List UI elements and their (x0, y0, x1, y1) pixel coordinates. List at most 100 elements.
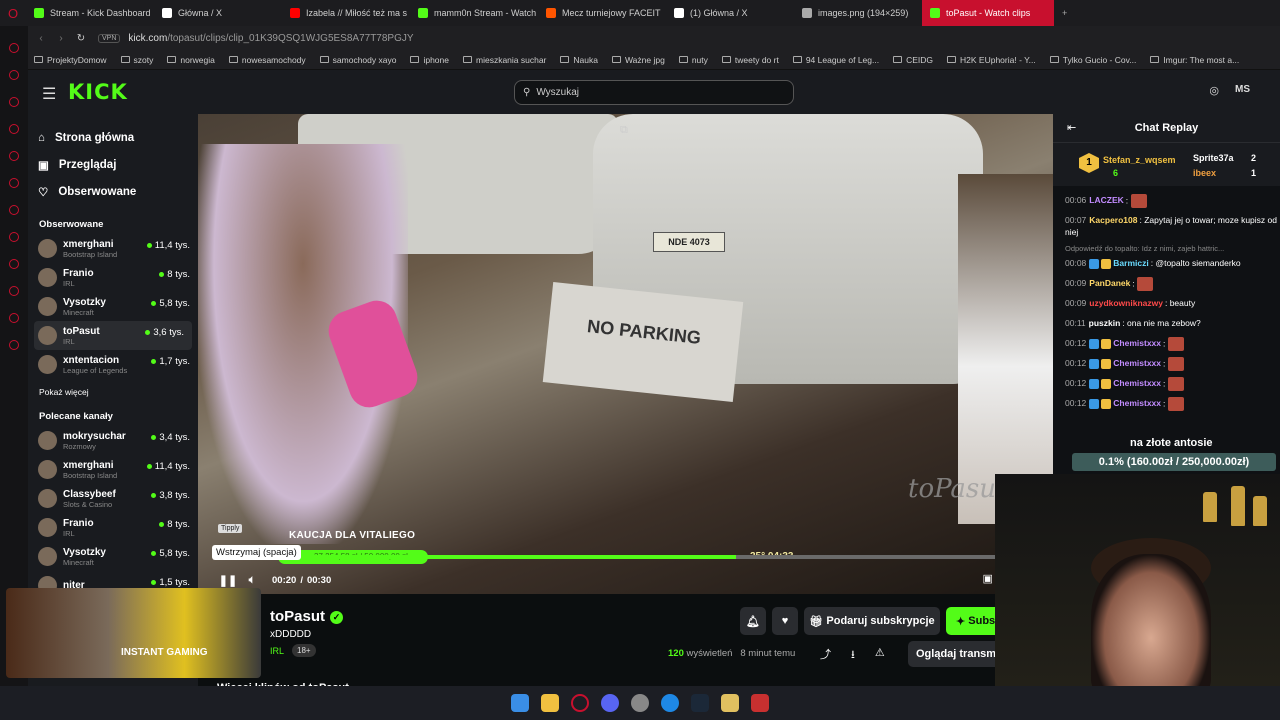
sidebar-icon[interactable] (9, 43, 19, 53)
sidebar-icon[interactable] (9, 259, 19, 269)
opera-menu-icon[interactable]: O (0, 6, 26, 21)
new-tab-icon[interactable]: + (1054, 8, 1075, 18)
video-player[interactable]: NDE 4073 NO PARKING toPasut ⧉ Tipply KAU… (198, 114, 1053, 594)
bookmark-item[interactable]: CEIDG (893, 55, 933, 65)
obs-icon[interactable] (631, 694, 649, 712)
bookmark-item[interactable]: tweety do rt (721, 55, 779, 65)
download-icon[interactable]: ⭳ (851, 646, 855, 665)
bookmark-item[interactable]: 94 League of Leg... (792, 55, 879, 65)
url-field[interactable]: kick.com/topasut/clips/clip_01K39QSQ1WJG… (128, 33, 413, 44)
channel-item[interactable]: Vysotzky Minecraft 5,8 tys. (28, 292, 198, 321)
watch-stream-button[interactable]: Oglądaj transm (908, 641, 1008, 667)
kick-logo[interactable]: KICK (68, 80, 128, 104)
browser-tab[interactable]: images.png (194×259) (794, 0, 922, 26)
sidebar-icon[interactable] (9, 205, 19, 215)
bookmark-item[interactable]: Tylko Gucio - Cov... (1049, 55, 1136, 65)
subscribe-button[interactable]: ✦ Subs (946, 607, 996, 635)
pause-icon[interactable]: ❚❚ (216, 574, 240, 587)
browser-tab[interactable]: Stream - Kick Dashboard (26, 0, 154, 26)
sidebar-icon[interactable] (9, 340, 19, 350)
chat-username[interactable]: Chemistxxx (1113, 398, 1161, 408)
sidebar-icon[interactable] (9, 97, 19, 107)
category-link[interactable]: IRL (270, 646, 284, 656)
discord-icon[interactable] (601, 694, 619, 712)
search-input[interactable]: ⚲ Wyszukaj (514, 80, 794, 105)
vpn-badge[interactable]: VPN (98, 33, 121, 43)
avatar[interactable]: MS (1235, 84, 1250, 97)
bell-button[interactable]: 🔔︎ (740, 607, 766, 635)
channel-item[interactable]: Franio IRL 8 tys. (28, 513, 198, 542)
bookmark-item[interactable]: szoty (120, 55, 153, 65)
gifter-name[interactable]: Sprite37a (1193, 153, 1234, 163)
forward-icon[interactable]: › (54, 33, 68, 44)
nav-item[interactable]: ▣ Przeglądaj (38, 151, 198, 178)
chat-username[interactable]: PanDanek (1089, 278, 1130, 288)
channel-item[interactable]: xmerghani Bootstrap Island 11,4 tys. (28, 455, 198, 484)
bookmark-item[interactable]: mieszkania suchar (463, 55, 546, 65)
chat-collapse-icon[interactable]: ⇤ (1067, 121, 1076, 134)
menu-icon[interactable]: ☰ (42, 84, 56, 104)
browser-tab[interactable]: (1) Główna / X (666, 0, 794, 26)
pip-icon[interactable]: ⧉ (620, 124, 628, 137)
share-icon[interactable]: ⤴ (820, 646, 831, 665)
reload-icon[interactable]: ↻ (74, 33, 88, 44)
bookmark-item[interactable]: Ważne jpg (611, 55, 665, 65)
bookmark-item[interactable]: samochody xayo (319, 55, 396, 65)
bookmark-item[interactable]: Imgur: The most a... (1150, 55, 1239, 65)
sidebar-icon[interactable] (9, 286, 19, 296)
channel-item[interactable]: toPasut IRL 3,6 tys. (34, 321, 192, 350)
bookmark-item[interactable]: nuty (678, 55, 708, 65)
chat-username[interactable]: Kacpero108 (1089, 215, 1137, 225)
channel-item[interactable]: Vysotzky Minecraft 5,8 tys. (28, 542, 198, 571)
sidebar-icon[interactable] (9, 313, 19, 323)
channel-name[interactable]: toPasut ✓ (270, 608, 344, 625)
bookmark-item[interactable]: Nauka (560, 55, 598, 65)
bookmark-item[interactable]: ProjektyDomow (34, 55, 107, 65)
gifter-name[interactable]: ibeex (1193, 168, 1216, 178)
sidebar-icon[interactable] (9, 151, 19, 161)
bookmark-item[interactable]: H2K EUphoria! - Y... (947, 55, 1036, 65)
messenger-icon[interactable] (661, 694, 679, 712)
browser-tab[interactable]: Główna / X (154, 0, 282, 26)
progress-bar[interactable] (216, 555, 996, 559)
browser-tab[interactable]: mamm0n Stream - Watch (410, 0, 538, 26)
bookmark-item[interactable]: iphone (410, 55, 449, 65)
browser-tab[interactable]: toPasut - Watch clips (922, 0, 1054, 26)
chat-username[interactable]: Barmiczi (1113, 258, 1148, 268)
chat-username[interactable]: LACZEK (1089, 195, 1123, 205)
chat-username[interactable]: uzydkowniknazwy (1089, 298, 1163, 308)
chat-username[interactable]: Chemistxxx (1113, 338, 1161, 348)
nav-item[interactable]: ♡ Obserwowane (38, 178, 198, 205)
bookmark-item[interactable]: norwegia (167, 55, 215, 65)
app-icon[interactable] (751, 694, 769, 712)
channel-item[interactable]: Classybeef Slots & Casino 3,8 tys. (28, 484, 198, 513)
notifications-icon[interactable]: ◎ (1209, 84, 1219, 97)
back-icon[interactable]: ‹ (34, 33, 48, 44)
instant-gaming-ad[interactable]: INSTANT GAMING (6, 588, 261, 678)
show-more-link[interactable]: Pokaż więcej (39, 387, 198, 397)
steam-icon[interactable] (691, 694, 709, 712)
chat-username[interactable]: Chemistxxx (1113, 358, 1161, 368)
browser-tab[interactable]: Izabela // Miłość też ma s (282, 0, 410, 26)
channel-item[interactable]: Franio IRL 8 tys. (28, 263, 198, 292)
sidebar-icon[interactable] (9, 70, 19, 80)
browser-tab[interactable]: Mecz turniejowy FACEIT (538, 0, 666, 26)
app-icon[interactable] (721, 694, 739, 712)
volume-icon[interactable]: 🔈︎ (240, 574, 264, 587)
explorer-icon[interactable] (541, 694, 559, 712)
gift-sub-button[interactable]: 🎁︎ Podaruj subskrypcje (804, 607, 940, 635)
bookmark-item[interactable]: nowesamochody (228, 55, 306, 65)
gifter-name[interactable]: Stefan_z_wqsem (1103, 155, 1176, 165)
channel-item[interactable]: xntentacion League of Legends 1,7 tys. (28, 350, 198, 379)
start-icon[interactable] (511, 694, 529, 712)
report-icon[interactable]: ⚠ (875, 646, 885, 665)
channel-item[interactable]: mokrysuchar Rozmowy 3,4 tys. (28, 426, 198, 455)
sidebar-icon[interactable] (9, 232, 19, 242)
chat-username[interactable]: Chemistxxx (1113, 378, 1161, 388)
miniplayer-icon[interactable]: ▣ (982, 572, 992, 585)
channel-item[interactable]: xmerghani Bootstrap Island 11,4 tys. (28, 234, 198, 263)
opera-icon[interactable] (571, 694, 589, 712)
sidebar-icon[interactable] (9, 178, 19, 188)
sidebar-icon[interactable] (9, 124, 19, 134)
follow-button[interactable]: ♥ (772, 607, 798, 635)
